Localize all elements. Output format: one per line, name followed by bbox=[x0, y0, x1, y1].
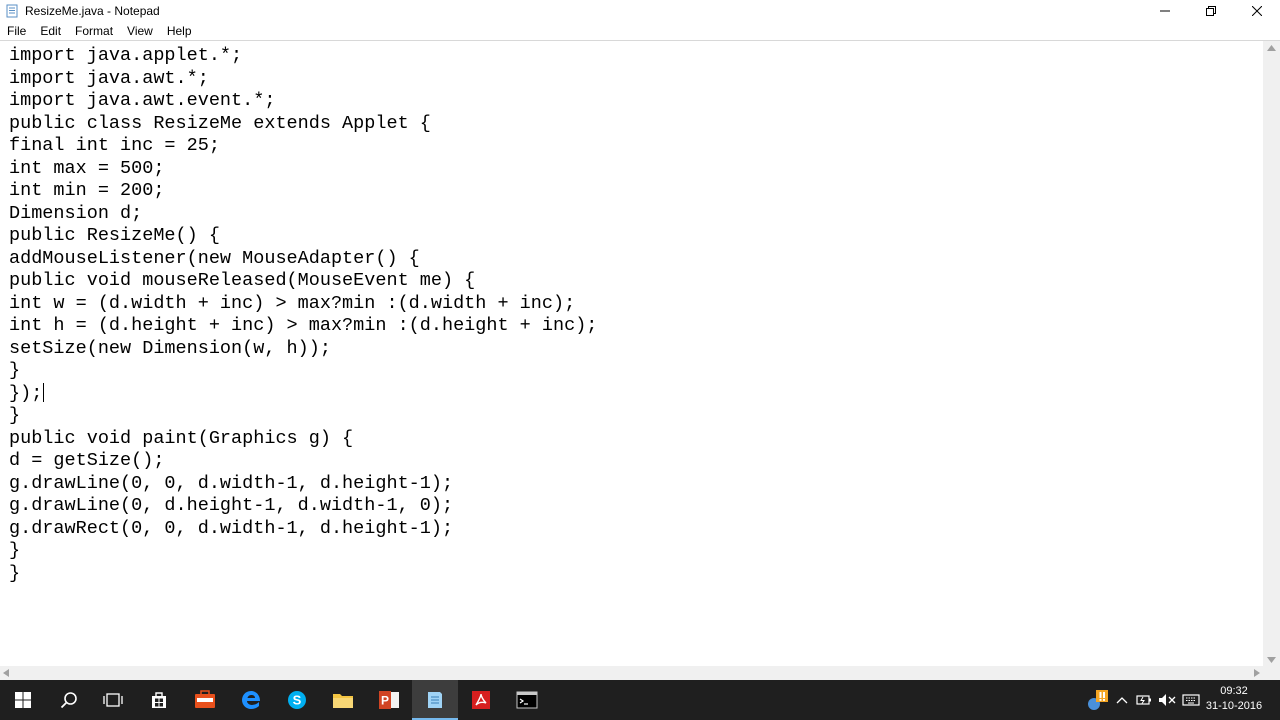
toolbox-app-icon bbox=[195, 690, 215, 708]
code-line[interactable]: addMouseListener(new MouseAdapter() { bbox=[9, 248, 420, 270]
code-line[interactable]: } bbox=[9, 360, 20, 382]
file-explorer-button[interactable] bbox=[320, 680, 366, 720]
volume-muted-icon bbox=[1159, 694, 1176, 706]
menu-help[interactable]: Help bbox=[160, 22, 199, 40]
code-line[interactable]: } bbox=[9, 563, 20, 585]
code-line[interactable]: int max = 500; bbox=[9, 158, 164, 180]
code-line[interactable]: g.drawLine(0, 0, d.width-1, d.height-1); bbox=[9, 473, 453, 495]
menu-file[interactable]: File bbox=[0, 22, 33, 40]
code-line[interactable]: public void paint(Graphics g) { bbox=[9, 428, 353, 450]
command-prompt-button[interactable] bbox=[504, 680, 550, 720]
scroll-left-icon bbox=[3, 669, 9, 677]
taskbar: S P 09:32 31-10-2016 bbox=[0, 680, 1280, 720]
menu-view[interactable]: View bbox=[120, 22, 160, 40]
windows-start-icon bbox=[15, 692, 31, 708]
search-icon bbox=[60, 692, 77, 709]
power-icon bbox=[1136, 695, 1151, 705]
notepad-app-icon[interactable] bbox=[5, 4, 19, 18]
show-hidden-icons[interactable] bbox=[1114, 680, 1130, 720]
code-line[interactable]: d = getSize(); bbox=[9, 450, 164, 472]
text-caret bbox=[43, 383, 45, 403]
horizontal-scrollbar[interactable] bbox=[0, 666, 1263, 680]
editor[interactable]: import java.applet.*; import java.awt.*; i… bbox=[0, 40, 1280, 680]
acrobat-icon bbox=[472, 691, 490, 709]
acrobat-button[interactable] bbox=[458, 680, 504, 720]
scroll-right-icon bbox=[1254, 669, 1260, 677]
tray-volume[interactable] bbox=[1156, 680, 1178, 720]
code-line[interactable]: int w = (d.width + inc) > max?min :(d.wi… bbox=[9, 293, 575, 315]
store-icon bbox=[152, 692, 166, 708]
powerpoint-icon: P bbox=[379, 691, 399, 709]
code-line[interactable]: g.drawLine(0, d.height-1, d.width-1, 0); bbox=[9, 495, 453, 517]
code-line[interactable]: setSize(new Dimension(w, h)); bbox=[9, 338, 331, 360]
search-button[interactable] bbox=[46, 680, 92, 720]
command-prompt-icon bbox=[516, 691, 538, 709]
notepad-taskbar-button[interactable] bbox=[412, 680, 458, 720]
code-line[interactable]: } bbox=[9, 405, 20, 427]
tray-notification[interactable] bbox=[1084, 680, 1112, 720]
code-line[interactable]: public class ResizeMe extends Applet { bbox=[9, 113, 431, 135]
menu-edit[interactable]: Edit bbox=[33, 22, 68, 40]
close-icon bbox=[1252, 6, 1262, 16]
code-line[interactable]: final int inc = 25; bbox=[9, 135, 220, 157]
restore-icon bbox=[1206, 6, 1216, 16]
restore-button[interactable] bbox=[1188, 0, 1234, 22]
toolbox-app-button[interactable] bbox=[182, 680, 228, 720]
window-title: ResizeMe.java - Notepad bbox=[25, 4, 160, 18]
minimize-icon bbox=[1160, 10, 1170, 12]
clock-time: 09:32 bbox=[1220, 685, 1248, 697]
task-view-icon bbox=[103, 693, 123, 707]
tray-power[interactable] bbox=[1134, 680, 1154, 720]
title-bar: ResizeMe.java - Notepad bbox=[0, 0, 1280, 22]
keyboard-icon bbox=[1182, 694, 1200, 706]
edge-icon bbox=[242, 691, 260, 709]
code-line[interactable]: g.drawRect(0, 0, d.width-1, d.height-1); bbox=[9, 518, 453, 540]
notepad-icon bbox=[428, 692, 442, 708]
show-hidden-icons-chevron bbox=[1116, 697, 1128, 704]
powerpoint-button[interactable]: P bbox=[366, 680, 412, 720]
skype-button[interactable]: S bbox=[274, 680, 320, 720]
vertical-scrollbar[interactable] bbox=[1263, 41, 1280, 667]
minimize-button[interactable] bbox=[1142, 0, 1188, 22]
code-line[interactable]: } bbox=[9, 540, 20, 562]
code-line[interactable]: public ResizeMe() { bbox=[9, 225, 220, 247]
task-view-button[interactable] bbox=[90, 680, 136, 720]
svg-text:P: P bbox=[381, 694, 389, 708]
store-button[interactable] bbox=[136, 680, 182, 720]
menu-format[interactable]: Format bbox=[68, 22, 120, 40]
window-controls bbox=[1142, 0, 1280, 22]
menu-bar: File Edit Format View Help bbox=[0, 22, 1280, 40]
tray-keyboard[interactable] bbox=[1180, 680, 1202, 720]
scroll-up-icon bbox=[1267, 45, 1276, 51]
code-line[interactable]: Dimension d; bbox=[9, 203, 142, 225]
code-line[interactable]: import java.awt.*; bbox=[9, 68, 209, 90]
code-line[interactable]: import java.awt.event.*; bbox=[9, 90, 275, 112]
notification-badge-icon bbox=[1088, 690, 1108, 710]
clock[interactable]: 09:32 31-10-2016 bbox=[1204, 684, 1264, 714]
file-explorer-icon bbox=[333, 694, 353, 708]
start-button[interactable] bbox=[0, 680, 46, 720]
skype-icon: S bbox=[288, 691, 306, 709]
svg-text:S: S bbox=[293, 693, 302, 708]
code-line[interactable]: int min = 200; bbox=[9, 180, 164, 202]
code-line[interactable]: public void mouseReleased(MouseEvent me)… bbox=[9, 270, 475, 292]
code-line[interactable]: int h = (d.height + inc) > max?min :(d.h… bbox=[9, 315, 597, 337]
text-area[interactable]: import java.applet.*; import java.awt.*; i… bbox=[0, 41, 1263, 667]
code-line[interactable]: import java.applet.*; bbox=[9, 45, 242, 67]
close-button[interactable] bbox=[1234, 0, 1280, 22]
scroll-corner bbox=[1263, 666, 1280, 680]
edge-button[interactable] bbox=[228, 680, 274, 720]
code-line[interactable]: }); bbox=[9, 383, 45, 405]
scroll-down-icon bbox=[1267, 657, 1276, 663]
clock-date: 31-10-2016 bbox=[1205, 700, 1263, 712]
